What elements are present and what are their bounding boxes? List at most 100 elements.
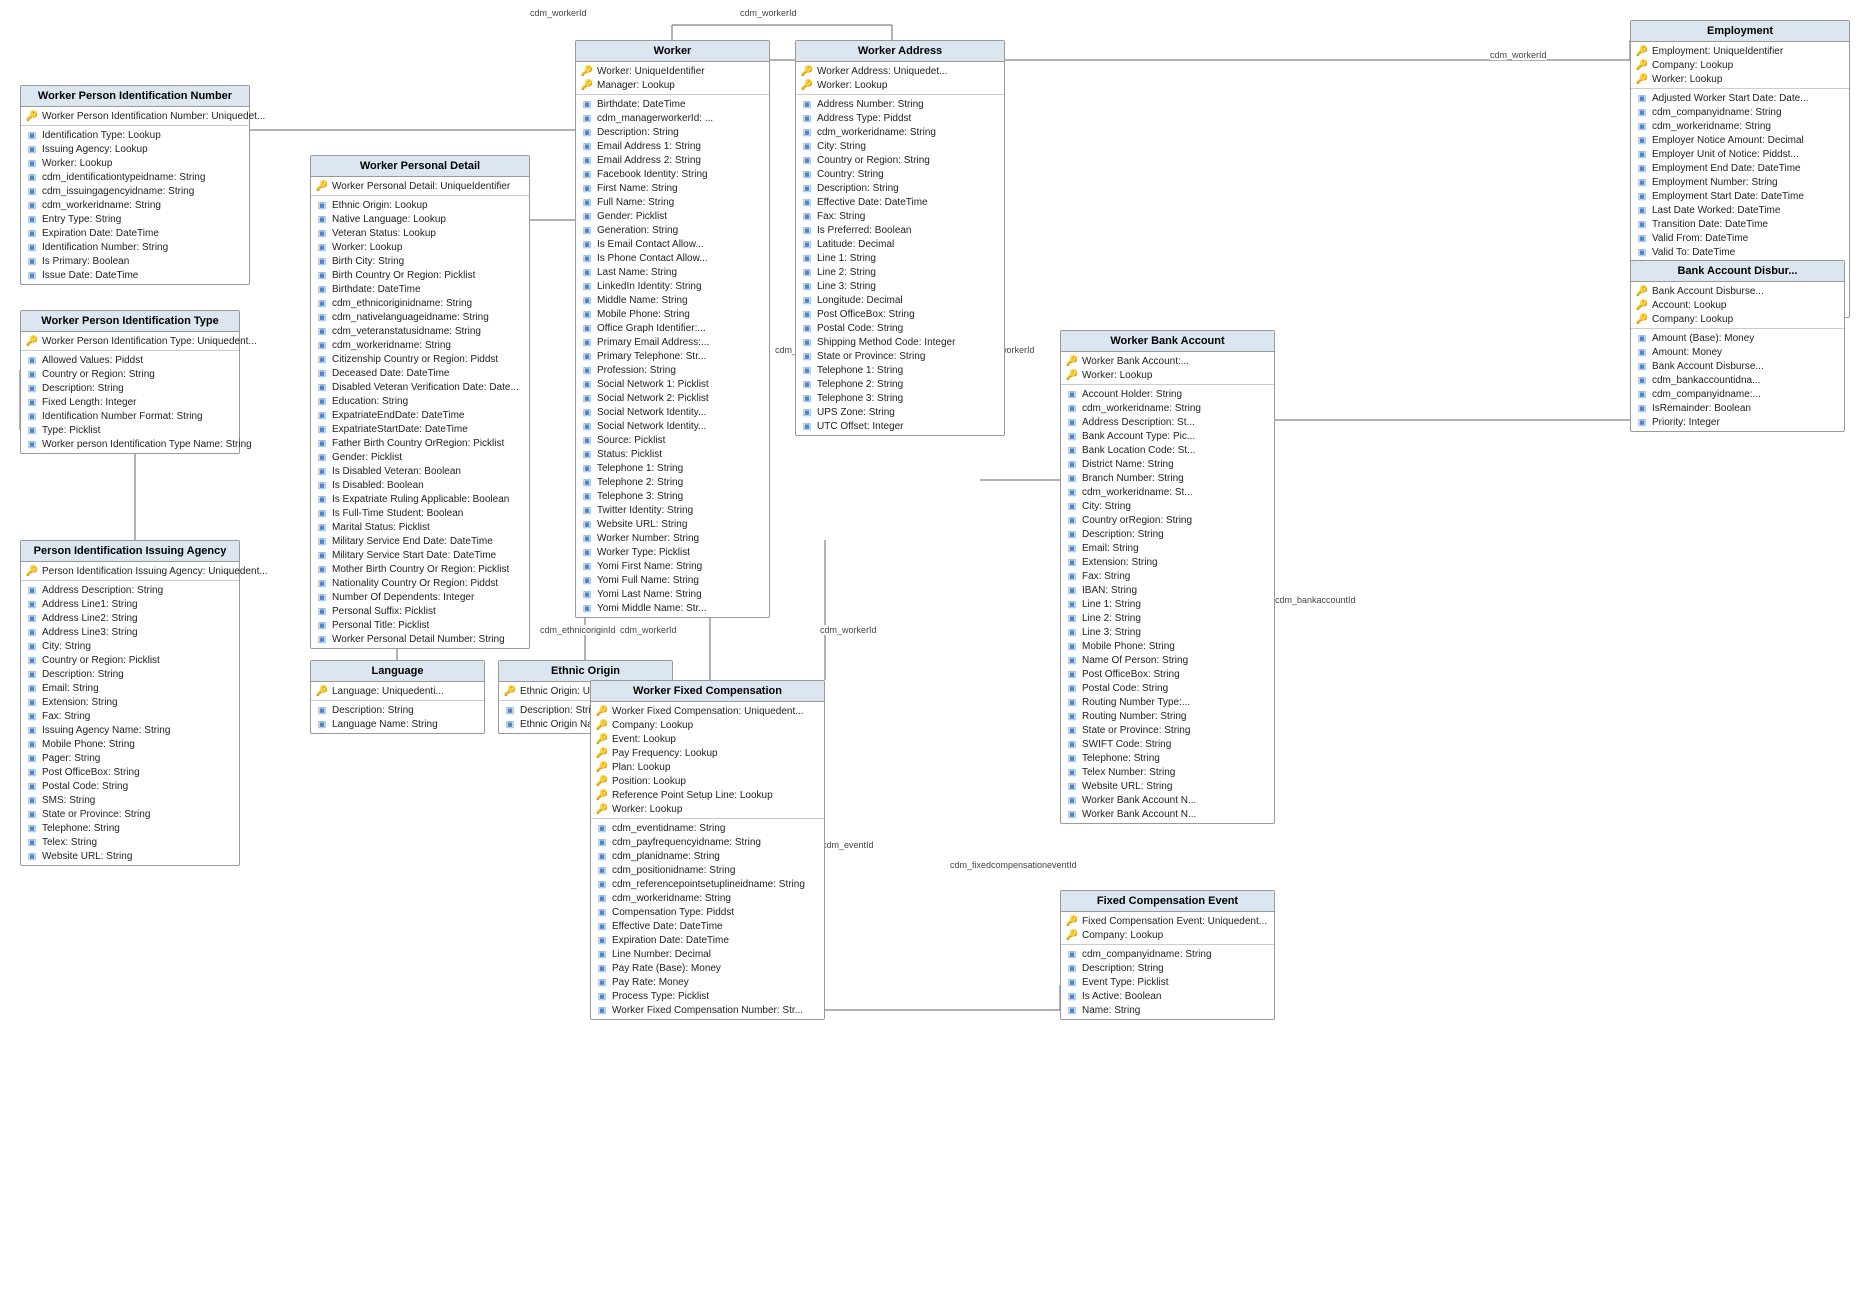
entity-key-row: 🔑Manager: Lookup [576, 78, 769, 92]
entity-field-row: ▣Employment Number: String [1631, 175, 1849, 189]
field-label: Fax: String [42, 711, 90, 722]
key-field-label: Manager: Lookup [597, 80, 675, 91]
field-icon: ▣ [595, 836, 609, 848]
field-icon: ▣ [580, 280, 594, 292]
key-field-label: Worker Fixed Compensation: Uniquedent... [612, 706, 804, 717]
entity-title-person_id_issuing_agency: Person Identification Issuing Agency [21, 541, 239, 562]
entity-body-worker_person_id_type: 🔑Worker Person Identification Type: Uniq… [21, 332, 239, 453]
field-label: City: String [1082, 501, 1131, 512]
field-label: Type: Picklist [42, 425, 100, 436]
field-icon: ▣ [580, 490, 594, 502]
field-icon: ▣ [580, 266, 594, 278]
field-label: Telephone 1: String [597, 463, 683, 474]
field-icon: ▣ [580, 364, 594, 376]
field-icon: ▣ [315, 718, 329, 730]
field-icon: ▣ [800, 154, 814, 166]
field-label: Address Type: Piddst [817, 113, 911, 124]
field-label: Identification Type: Lookup [42, 130, 161, 141]
key-field-label: Worker Personal Detail: UniqueIdentifier [332, 181, 510, 192]
key-field-label: Fixed Compensation Event: Uniquedent... [1082, 916, 1267, 927]
entity-field-row: ▣Full Name: String [576, 195, 769, 209]
entity-field-row: ▣IsRemainder: Boolean [1631, 401, 1844, 415]
field-label: Post OfficeBox: String [42, 767, 140, 778]
entity-bank_account_disbursement: Bank Account Disbur...🔑Bank Account Disb… [1630, 260, 1845, 432]
entity-title-worker_fixed_compensation: Worker Fixed Compensation [591, 681, 824, 702]
field-icon: ▣ [315, 619, 329, 631]
field-label: Worker Number: String [597, 533, 699, 544]
key-icon: 🔑 [25, 565, 39, 577]
key-icon: 🔑 [1635, 313, 1649, 325]
entity-person_id_issuing_agency: Person Identification Issuing Agency🔑Per… [20, 540, 240, 866]
field-label: cdm_eventidname: String [612, 823, 725, 834]
key-icon: 🔑 [595, 789, 609, 801]
entity-field-row: ▣Social Network 2: Picklist [576, 391, 769, 405]
entity-field-row: ▣cdm_workeridname: String [1631, 119, 1849, 133]
field-icon: ▣ [800, 336, 814, 348]
entity-field-row: ▣Birthdate: DateTime [311, 282, 529, 296]
entity-field-row: ▣District Name: String [1061, 457, 1274, 471]
field-label: Primary Email Address:... [597, 337, 709, 348]
entity-field-row: ▣Is Full-Time Student: Boolean [311, 506, 529, 520]
field-label: Office Graph Identifier:... [597, 323, 706, 334]
field-label: Post OfficeBox: String [1082, 669, 1180, 680]
entity-field-row: ▣Telex Number: String [1061, 765, 1274, 779]
field-label: Expiration Date: DateTime [612, 935, 729, 946]
entity-field-row: ▣Is Disabled Veteran: Boolean [311, 464, 529, 478]
entity-field-row: ▣State or Province: String [21, 807, 239, 821]
entity-field-row: ▣Issuing Agency: Lookup [21, 142, 249, 156]
field-icon: ▣ [1065, 640, 1079, 652]
field-icon: ▣ [315, 633, 329, 645]
key-icon: 🔑 [1635, 59, 1649, 71]
entity-field-row: ▣cdm_identificationtypeidname: String [21, 170, 249, 184]
entity-field-row: ▣Identification Number: String [21, 240, 249, 254]
entity-field-row: ▣Personal Title: Picklist [311, 618, 529, 632]
field-icon: ▣ [1065, 444, 1079, 456]
entity-field-row: ▣Description: String [311, 703, 484, 717]
field-icon: ▣ [580, 238, 594, 250]
field-label: Address Description: String [42, 585, 163, 596]
field-label: Worker: Lookup [332, 242, 402, 253]
field-icon: ▣ [1065, 682, 1079, 694]
field-label: Postal Code: String [42, 781, 128, 792]
entity-field-row: ▣Latitude: Decimal [796, 237, 1004, 251]
field-icon: ▣ [1065, 556, 1079, 568]
entity-field-row: ▣Email: String [1061, 541, 1274, 555]
field-label: Nationality Country Or Region: Piddst [332, 578, 498, 589]
field-label: Veteran Status: Lookup [332, 228, 436, 239]
field-icon: ▣ [25, 157, 39, 169]
key-field-label: Account: Lookup [1652, 300, 1727, 311]
field-icon: ▣ [580, 140, 594, 152]
field-label: cdm_veteranstatusidname: String [332, 326, 481, 337]
entity-field-row: ▣Telephone: String [21, 821, 239, 835]
entity-field-row: ▣Postal Code: String [796, 321, 1004, 335]
field-label: Country orRegion: String [1082, 515, 1192, 526]
field-icon: ▣ [25, 822, 39, 834]
field-label: Birth City: String [332, 256, 404, 267]
entity-field-row: ▣Military Service Start Date: DateTime [311, 548, 529, 562]
field-label: First Name: String [597, 183, 678, 194]
field-label: Identification Number Format: String [42, 411, 203, 422]
field-icon: ▣ [25, 255, 39, 267]
entity-field-row: ▣Address Line2: String [21, 611, 239, 625]
field-icon: ▣ [25, 424, 39, 436]
field-label: Email Address 2: String [597, 155, 701, 166]
entity-field-row: ▣Email Address 2: String [576, 153, 769, 167]
field-label: Postal Code: String [1082, 683, 1168, 694]
connector-label-2: cdm_workerId [740, 8, 797, 18]
field-icon: ▣ [1065, 780, 1079, 792]
field-icon: ▣ [580, 448, 594, 460]
field-icon: ▣ [25, 696, 39, 708]
field-label: Social Network 1: Picklist [597, 379, 709, 390]
field-icon: ▣ [503, 718, 517, 730]
field-label: Issue Date: DateTime [42, 270, 138, 281]
field-icon: ▣ [1635, 204, 1649, 216]
field-icon: ▣ [1065, 570, 1079, 582]
entity-field-row: ▣City: String [21, 639, 239, 653]
key-icon: 🔑 [595, 719, 609, 731]
field-icon: ▣ [25, 836, 39, 848]
key-field-label: Worker Bank Account:... [1082, 356, 1189, 367]
field-icon: ▣ [580, 126, 594, 138]
field-label: Branch Number: String [1082, 473, 1184, 484]
entity-field-row: ▣Telephone 3: String [576, 489, 769, 503]
entity-field-row: ▣Longitude: Decimal [796, 293, 1004, 307]
